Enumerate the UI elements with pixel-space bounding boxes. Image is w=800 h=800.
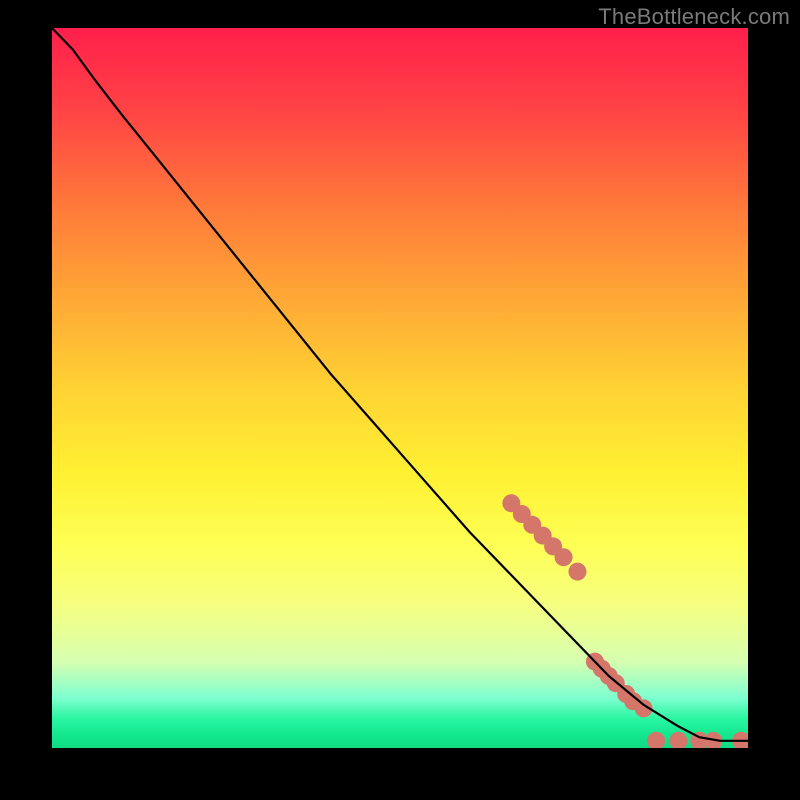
watermark-text: TheBottleneck.com — [598, 4, 790, 30]
chart-svg — [52, 28, 748, 748]
marker-dot — [600, 667, 618, 685]
marker-dot — [523, 516, 541, 534]
marker-dot — [635, 699, 653, 717]
marker-dot — [586, 653, 604, 671]
chart-frame: TheBottleneck.com — [0, 0, 800, 800]
marker-dot — [704, 732, 722, 748]
marker-dot — [534, 527, 552, 545]
plot-area — [52, 28, 748, 748]
markers-layer — [502, 494, 748, 748]
marker-dot — [607, 674, 625, 692]
marker-dot — [502, 494, 520, 512]
marker-dot — [555, 548, 573, 566]
marker-dot — [647, 732, 665, 748]
marker-dot — [624, 692, 642, 710]
marker-dot — [732, 732, 748, 748]
marker-dot — [669, 732, 687, 748]
marker-dot — [513, 505, 531, 523]
marker-dot — [568, 563, 586, 581]
main-curve — [52, 28, 748, 741]
marker-dot — [593, 660, 611, 678]
marker-dot — [544, 537, 562, 555]
marker-dot — [690, 732, 708, 748]
marker-dot — [617, 685, 635, 703]
